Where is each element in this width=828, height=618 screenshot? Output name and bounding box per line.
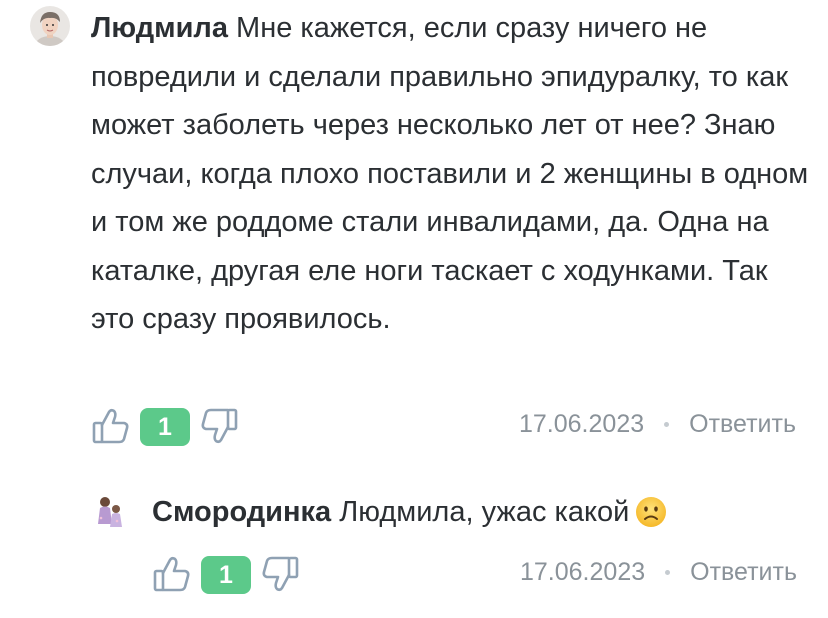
- comment-date: 17.06.2023: [519, 410, 645, 438]
- comment-actions: 1 17.06.2023 Ответить: [91, 406, 811, 446]
- reply-author[interactable]: Смородинка: [152, 496, 331, 528]
- thumbs-down-icon[interactable]: [199, 406, 239, 446]
- slightly-frowning-face-icon: [635, 495, 667, 544]
- reply-text: Людмила, ужас какой: [331, 496, 630, 528]
- like-count-badge: 1: [140, 408, 190, 446]
- user-avatar-illustration-icon[interactable]: [92, 494, 128, 530]
- user-avatar-photo-icon[interactable]: [30, 6, 70, 46]
- reply-button[interactable]: Ответить: [690, 558, 797, 587]
- comment-author[interactable]: Людмила: [91, 12, 228, 44]
- comment-text: Мне кажется, если сразу ничего не повред…: [91, 12, 809, 335]
- reply-meta: 17.06.2023 Ответить: [520, 558, 797, 587]
- reply-body: Смородинка Людмила, ужас какой: [152, 488, 812, 544]
- separator-dot: [664, 422, 670, 427]
- thumbs-down-icon[interactable]: [260, 554, 300, 594]
- reply-actions: 1 17.06.2023 Ответить: [152, 554, 812, 594]
- like-count-badge: 1: [201, 556, 251, 594]
- thumbs-up-icon[interactable]: [152, 554, 192, 594]
- reply-date: 17.06.2023: [520, 558, 646, 586]
- comment-body: Людмила Мне кажется, если сразу ничего н…: [91, 4, 811, 344]
- comment-meta: 17.06.2023 Ответить: [519, 410, 796, 439]
- reply-button[interactable]: Ответить: [689, 410, 796, 439]
- separator-dot: [665, 570, 671, 575]
- thumbs-up-icon[interactable]: [91, 406, 131, 446]
